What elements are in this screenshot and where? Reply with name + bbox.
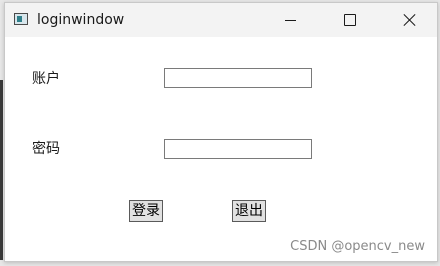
maximize-button[interactable] (327, 3, 373, 37)
close-icon (404, 14, 416, 26)
watermark-text: CSDN @opencv_new (290, 239, 425, 254)
minimize-button[interactable] (267, 3, 313, 37)
window-title: loginwindow (37, 12, 125, 28)
app-window-icon (14, 13, 28, 25)
login-button[interactable]: 登录 (129, 200, 163, 222)
desktop-background (0, 80, 3, 260)
password-label: 密码 (32, 141, 60, 157)
password-input[interactable] (164, 139, 312, 159)
title-bar[interactable]: loginwindow (5, 3, 437, 37)
close-button[interactable] (387, 3, 433, 37)
account-input[interactable] (164, 68, 312, 88)
exit-button[interactable]: 退出 (232, 200, 266, 222)
account-label: 账户 (32, 71, 60, 87)
maximize-icon (344, 14, 356, 26)
login-window: loginwindow 账户 密码 登录 退出 (4, 2, 438, 262)
minimize-icon (284, 19, 296, 21)
